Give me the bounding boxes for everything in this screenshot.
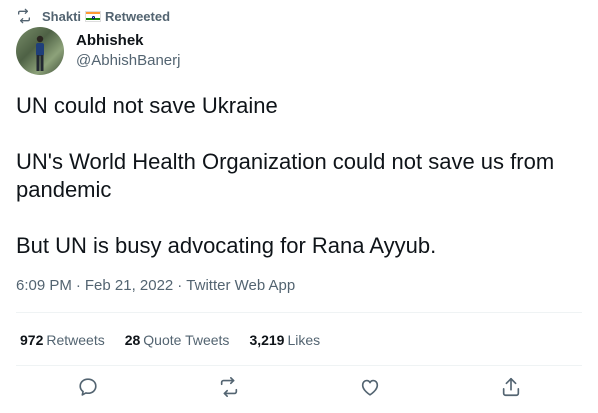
meta-separator: · bbox=[177, 277, 183, 294]
avatar-person-figure bbox=[36, 35, 44, 71]
tweet-date[interactable]: Feb 21, 2022 bbox=[85, 277, 173, 294]
retweet-icon bbox=[16, 8, 32, 24]
tweet-paragraph: UN's World Health Organization could not… bbox=[16, 149, 555, 202]
avatar[interactable] bbox=[16, 27, 64, 75]
retweets-count: 972 bbox=[20, 332, 44, 348]
retweet-button[interactable] bbox=[216, 376, 242, 402]
retweet-icon bbox=[218, 376, 240, 403]
like-icon bbox=[359, 376, 381, 403]
tweet-stats: 972 Retweets 28 Quote Tweets 3,219 Likes bbox=[20, 330, 340, 350]
author-name[interactable]: Abhishek bbox=[76, 31, 180, 50]
author-block: Abhishek @AbhishBanerj bbox=[76, 31, 180, 70]
retweeter-name[interactable]: Shakti bbox=[42, 9, 81, 24]
share-icon bbox=[500, 376, 522, 403]
meta-separator: · bbox=[75, 277, 81, 294]
tweet-meta: 6:09 PM · Feb 21, 2022 · Twitter Web App bbox=[16, 276, 295, 296]
author-handle[interactable]: @AbhishBanerj bbox=[76, 51, 180, 70]
quote-tweets-count: 28 bbox=[124, 332, 141, 348]
share-button[interactable] bbox=[498, 376, 524, 402]
tweet-source[interactable]: Twitter Web App bbox=[186, 277, 295, 294]
tweet-time[interactable]: 6:09 PM bbox=[16, 277, 72, 294]
action-bar bbox=[0, 376, 598, 402]
divider bbox=[16, 365, 582, 366]
retweet-context: Shakti Retweeted bbox=[16, 7, 170, 25]
reply-icon bbox=[77, 376, 99, 403]
like-button[interactable] bbox=[357, 376, 383, 402]
tweet-paragraph: But UN is busy advocating for Rana Ayyub… bbox=[16, 233, 437, 258]
tweet-text: UN could not save Ukraine UN's World Hea… bbox=[16, 92, 586, 260]
retweets-stat[interactable]: 972 Retweets bbox=[20, 332, 105, 348]
divider bbox=[16, 312, 582, 313]
retweeted-label: Retweeted bbox=[105, 8, 171, 24]
tweet-paragraph: UN could not save Ukraine bbox=[16, 93, 278, 118]
likes-stat[interactable]: 3,219 Likes bbox=[249, 332, 320, 348]
quote-tweets-label: Quote Tweets bbox=[143, 332, 230, 348]
reply-button[interactable] bbox=[75, 376, 101, 402]
likes-count: 3,219 bbox=[249, 332, 285, 348]
retweets-label: Retweets bbox=[46, 332, 105, 348]
quote-tweets-stat[interactable]: 28 Quote Tweets bbox=[125, 332, 230, 348]
likes-label: Likes bbox=[287, 332, 321, 348]
india-flag-icon bbox=[85, 10, 102, 22]
